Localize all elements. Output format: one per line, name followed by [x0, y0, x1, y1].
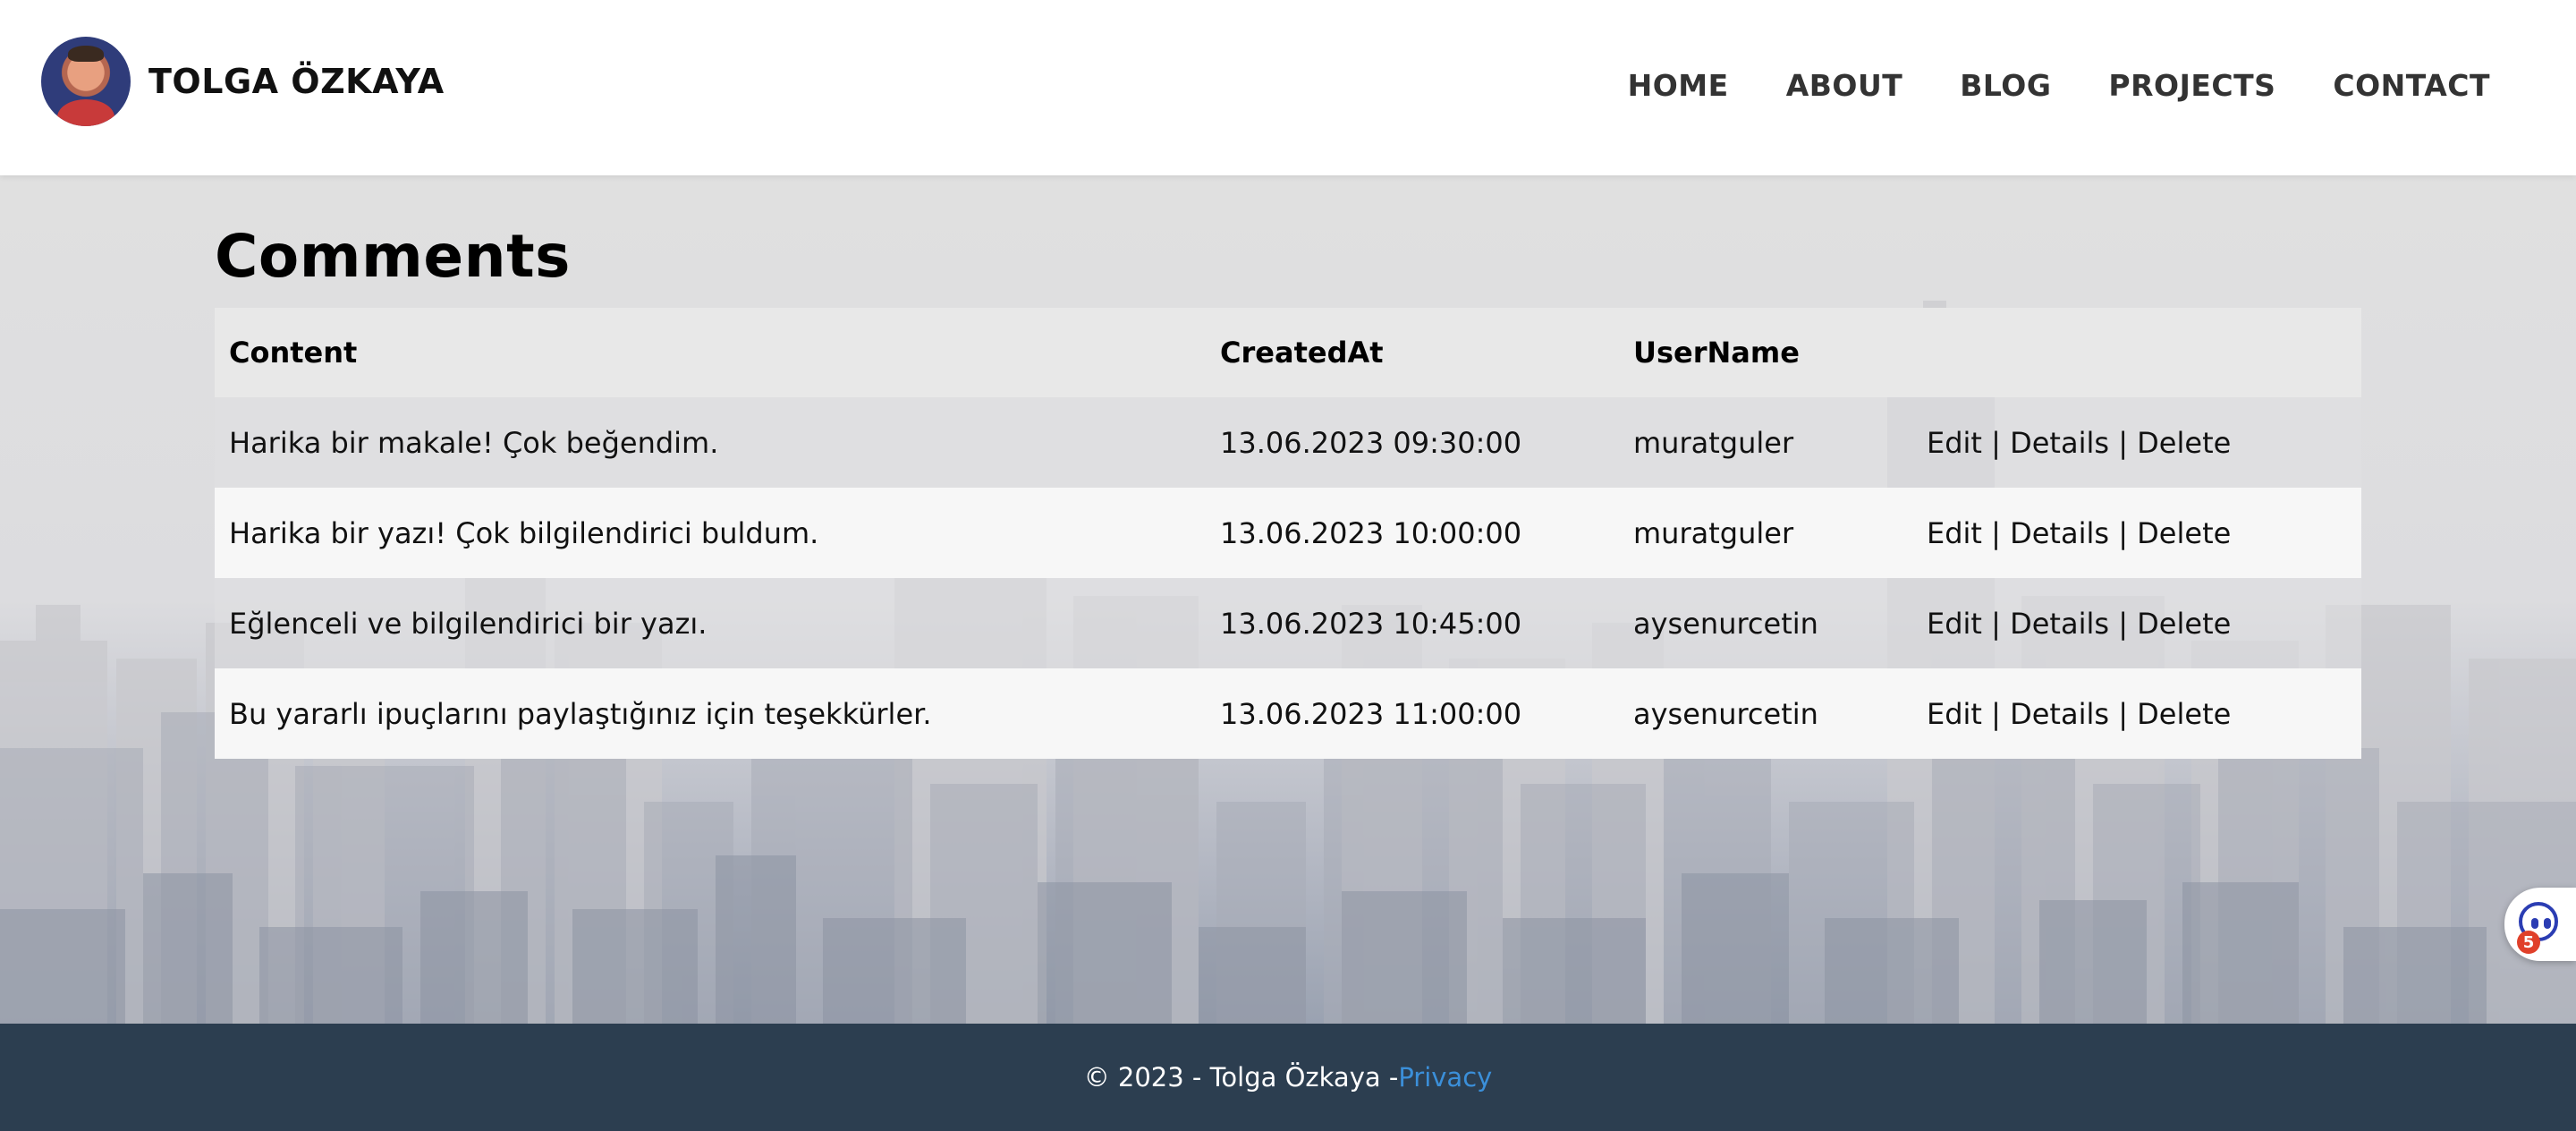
comment-created-at: 13.06.2023 11:00:00: [1220, 696, 1522, 731]
delete-link[interactable]: Delete: [2137, 607, 2231, 641]
table-row: Eğlenceli ve bilgilendirici bir yazı. 13…: [215, 578, 2361, 668]
site-header: TOLGA ÖZKAYA HOME ABOUT BLOG PROJECTS CO…: [0, 0, 2576, 175]
details-link[interactable]: Details: [2010, 697, 2109, 731]
separator: |: [2118, 696, 2138, 731]
comment-created-at: 13.06.2023 09:30:00: [1220, 425, 1522, 460]
main-nav: HOME ABOUT BLOG PROJECTS CONTACT: [1628, 68, 2490, 103]
edit-link[interactable]: Edit: [1927, 697, 1982, 731]
details-link[interactable]: Details: [2010, 426, 2109, 460]
separator: |: [2118, 515, 2138, 550]
nav-about[interactable]: ABOUT: [1786, 68, 1903, 103]
separator: |: [1991, 515, 2011, 550]
edit-link[interactable]: Edit: [1927, 607, 1982, 641]
comment-content: Harika bir makale! Çok beğendim.: [229, 425, 719, 460]
table-row: Harika bir yazı! Çok bilgilendirici buld…: [215, 488, 2361, 578]
row-actions: Edit | Details | Delete: [1912, 397, 2361, 488]
row-actions: Edit | Details | Delete: [1912, 488, 2361, 578]
table-row: Bu yararlı ipuçlarını paylaştığınız için…: [215, 668, 2361, 759]
separator: |: [1991, 606, 2011, 641]
copyright-text: © 2023 - Tolga Özkaya -: [1083, 1062, 1399, 1093]
details-link[interactable]: Details: [2010, 516, 2109, 550]
comments-table: Content CreatedAt UserName Harika bir ma…: [215, 308, 2361, 759]
delete-link[interactable]: Delete: [2137, 426, 2231, 460]
comment-username: muratguler: [1633, 515, 1794, 550]
separator: |: [2118, 606, 2138, 641]
comment-username: muratguler: [1633, 425, 1794, 460]
column-header-actions: [1912, 308, 2361, 397]
edit-link[interactable]: Edit: [1927, 516, 1982, 550]
avatar: [41, 37, 131, 126]
nav-contact[interactable]: CONTACT: [2333, 68, 2490, 103]
site-footer: © 2023 - Tolga Özkaya - Privacy: [0, 1024, 2576, 1131]
column-header-createdat: CreatedAt: [1220, 336, 1384, 370]
main-content: Comments Content CreatedAt UserName Hari…: [215, 175, 2361, 759]
notification-badge: 5: [2517, 931, 2540, 954]
comment-username: aysenurcetin: [1633, 696, 1818, 731]
brand-name[interactable]: TOLGA ÖZKAYA: [148, 62, 445, 101]
comment-username: aysenurcetin: [1633, 606, 1818, 641]
separator: |: [2118, 425, 2138, 460]
assistant-widget-button[interactable]: 5: [2504, 888, 2576, 961]
nav-blog[interactable]: BLOG: [1960, 68, 2051, 103]
comment-created-at: 13.06.2023 10:45:00: [1220, 606, 1522, 641]
row-actions: Edit | Details | Delete: [1912, 668, 2361, 759]
details-link[interactable]: Details: [2010, 607, 2109, 641]
page-title: Comments: [215, 222, 571, 291]
privacy-link[interactable]: Privacy: [1398, 1062, 1492, 1093]
edit-link[interactable]: Edit: [1927, 426, 1982, 460]
table-row: Harika bir makale! Çok beğendim. 13.06.2…: [215, 397, 2361, 488]
separator: |: [1991, 696, 2011, 731]
column-header-content: Content: [229, 336, 358, 370]
nav-home[interactable]: HOME: [1628, 68, 1729, 103]
comment-content: Bu yararlı ipuçlarını paylaştığınız için…: [229, 696, 932, 731]
comment-content: Eğlenceli ve bilgilendirici bir yazı.: [229, 606, 708, 641]
separator: |: [1991, 425, 2011, 460]
delete-link[interactable]: Delete: [2137, 516, 2231, 550]
column-header-username: UserName: [1633, 336, 1800, 370]
brand[interactable]: TOLGA ÖZKAYA: [41, 36, 445, 127]
nav-projects[interactable]: PROJECTS: [2108, 68, 2275, 103]
delete-link[interactable]: Delete: [2137, 697, 2231, 731]
comment-created-at: 13.06.2023 10:00:00: [1220, 515, 1522, 550]
comment-content: Harika bir yazı! Çok bilgilendirici buld…: [229, 515, 819, 550]
table-header-row: Content CreatedAt UserName: [215, 308, 2361, 397]
row-actions: Edit | Details | Delete: [1912, 578, 2361, 668]
